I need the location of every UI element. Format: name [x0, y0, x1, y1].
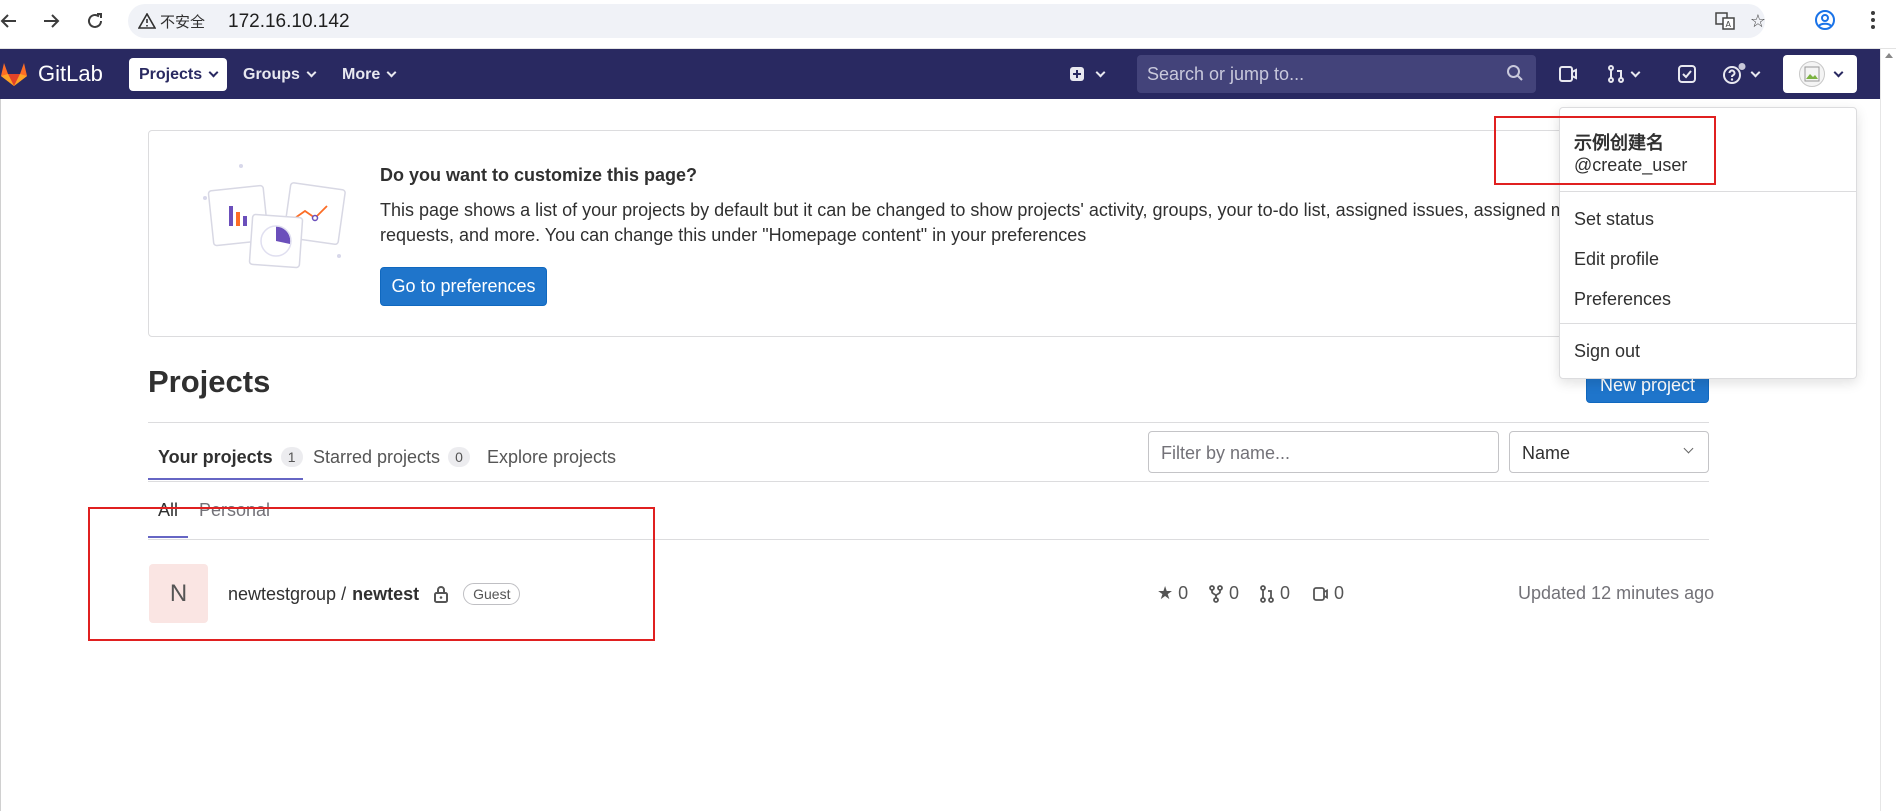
annotation-box-user-info	[1494, 116, 1716, 185]
merge-request-count[interactable]: 0	[1259, 583, 1290, 604]
updated-timestamp: Updated 12 minutes ago	[1518, 583, 1715, 603]
window-edge-divider	[0, 99, 1, 811]
translate-icon[interactable]: A	[1713, 10, 1737, 32]
security-warning[interactable]: 不安全	[138, 10, 205, 32]
tab-label: Explore projects	[487, 446, 617, 467]
merge-request-count-value: 0	[1280, 583, 1291, 603]
count-badge: 0	[448, 447, 471, 467]
address-bar[interactable]: 不安全 172.16.10.142 A ☆	[128, 4, 1766, 38]
chevron-down-icon	[1683, 443, 1694, 454]
go-to-preferences-button[interactable]: Go to preferences	[380, 267, 547, 306]
browser-toolbar: 不安全 172.16.10.142 A ☆	[0, 0, 1896, 49]
chevron-down-icon	[306, 67, 317, 78]
merge-request-icon	[1608, 65, 1624, 83]
todos-button[interactable]	[1677, 62, 1697, 86]
todo-check-icon	[1678, 65, 1696, 83]
annotation-box-project-row	[88, 507, 655, 641]
page-title: Projects	[148, 364, 271, 399]
page-scrollbar[interactable]	[1880, 49, 1896, 811]
fork-count-value: 0	[1229, 583, 1240, 603]
svg-text:A: A	[1726, 20, 1732, 29]
search-placeholder: Search or jump to...	[1147, 64, 1305, 84]
top-navbar: GitLab Projects Groups More Search or ju…	[0, 49, 1880, 99]
customize-illustration-icon	[203, 164, 346, 269]
edit-profile-item[interactable]: Edit profile	[1574, 249, 1659, 270]
tab-label: Starred projects	[313, 446, 441, 467]
issue-count-value: 0	[1334, 583, 1345, 603]
bookmark-star-icon[interactable]: ☆	[1746, 10, 1770, 32]
forward-arrow-icon[interactable]	[38, 8, 64, 34]
avatar	[1798, 61, 1825, 87]
scroll-up-arrow-icon[interactable]	[1881, 49, 1896, 61]
create-new-button[interactable]	[1069, 62, 1106, 86]
filter-placeholder: Filter by name...	[1161, 443, 1291, 463]
issues-button[interactable]	[1558, 62, 1578, 86]
gitlab-logo[interactable]: GitLab	[0, 61, 103, 87]
chevron-down-icon	[1095, 67, 1106, 77]
more-menu-button[interactable]: More	[332, 58, 405, 91]
search-box[interactable]: Search or jump to...	[1137, 55, 1536, 93]
projects-menu-button[interactable]: Projects	[129, 58, 228, 91]
tab-label: Your projects	[158, 446, 273, 467]
help-button[interactable]	[1722, 62, 1761, 86]
star-icon: ★	[1157, 583, 1174, 603]
profile-circle-icon[interactable]	[1812, 7, 1838, 33]
help-question-icon	[1723, 63, 1746, 84]
reload-icon[interactable]	[82, 8, 108, 34]
chevron-down-icon	[386, 67, 397, 78]
gitlab-tanuki-icon	[1, 63, 27, 86]
plus-square-icon	[1070, 67, 1084, 81]
fork-count[interactable]: 0	[1208, 583, 1239, 604]
fork-icon	[1209, 584, 1223, 603]
customize-description: This page shows a list of your projects …	[380, 200, 1602, 245]
divider	[1560, 191, 1856, 192]
issues-icon	[1559, 66, 1577, 82]
brand-name: GitLab	[38, 61, 103, 86]
projects-menu-label: Projects	[139, 65, 203, 83]
active-tab-indicator	[148, 478, 303, 480]
star-count-value: 0	[1178, 583, 1189, 603]
groups-menu-button[interactable]: Groups	[233, 58, 325, 91]
back-arrow-icon[interactable]	[0, 8, 22, 34]
tab-starred-projects[interactable]: Starred projects 0	[313, 441, 471, 473]
divider	[1560, 323, 1856, 324]
set-status-item[interactable]: Set status	[1574, 209, 1654, 230]
groups-menu-label: Groups	[243, 65, 300, 83]
merge-request-icon	[1260, 584, 1274, 603]
warning-triangle-icon	[138, 13, 156, 29]
customize-page-callout: Do you want to customize this page? This…	[148, 130, 1709, 337]
chevron-down-icon	[1750, 67, 1761, 77]
count-badge: 1	[280, 447, 303, 467]
tab-your-projects[interactable]: Your projects 1	[158, 441, 303, 473]
issues-icon	[1313, 586, 1328, 601]
divider	[148, 422, 1709, 423]
more-menu-label: More	[342, 65, 381, 83]
customize-title: Do you want to customize this page?	[380, 165, 698, 185]
sign-out-item[interactable]: Sign out	[1574, 341, 1640, 362]
chevron-down-icon	[1833, 67, 1843, 77]
chevron-down-icon	[208, 67, 219, 78]
tab-explore-projects[interactable]: Explore projects	[487, 441, 616, 473]
user-avatar-button[interactable]	[1783, 55, 1857, 93]
star-count[interactable]: ★ 0	[1157, 583, 1188, 604]
security-label: 不安全	[160, 13, 206, 31]
divider	[148, 481, 1709, 482]
search-icon	[1507, 65, 1523, 81]
url-text: 172.16.10.142	[228, 11, 350, 32]
preferences-item[interactable]: Preferences	[1574, 289, 1671, 310]
browser-menu-icon[interactable]	[1860, 7, 1886, 33]
broken-image-icon	[1804, 66, 1819, 82]
issue-count[interactable]: 0	[1313, 583, 1344, 604]
filter-by-name-input[interactable]: Filter by name...	[1148, 431, 1499, 473]
sort-value: Name	[1522, 443, 1571, 463]
chevron-down-icon	[1630, 67, 1641, 77]
merge-requests-button[interactable]	[1606, 62, 1641, 86]
sort-select[interactable]: Name	[1509, 431, 1709, 473]
